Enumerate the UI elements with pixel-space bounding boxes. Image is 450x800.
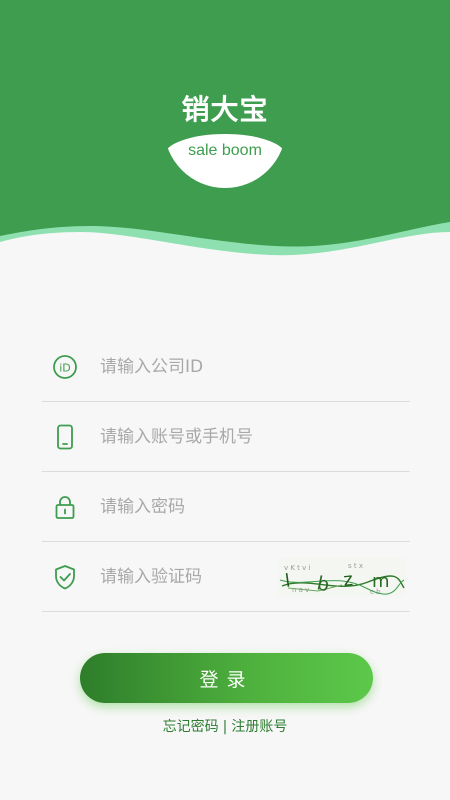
password-row (42, 472, 410, 542)
svg-text:m: m (372, 571, 390, 592)
login-button[interactable]: 登录 (80, 653, 373, 703)
password-input[interactable] (100, 490, 320, 524)
phone-icon (57, 424, 73, 450)
footer-links: 忘记密码 | 注册账号 (0, 716, 450, 736)
register-link[interactable]: 注册账号 (231, 719, 287, 735)
company-id-input[interactable] (100, 350, 320, 384)
shield-check-icon (55, 565, 75, 590)
id-icon: iD (53, 355, 77, 379)
account-row (42, 402, 410, 472)
logo-brand-text: 销大宝 (181, 93, 269, 126)
svg-text:l: l (284, 570, 292, 591)
links-separator: | (222, 719, 228, 735)
svg-text:b: b (315, 572, 331, 596)
svg-text:z: z (342, 569, 354, 591)
svg-text:iD: iD (59, 362, 71, 375)
logo-sub-text: sale boom (188, 142, 262, 159)
app-logo: 销大宝 sale boom (164, 66, 286, 188)
captcha-row: v K t v i s t x n a v c b l b z m (42, 542, 410, 612)
header: 销大宝 sale boom (0, 0, 450, 280)
captcha-input[interactable] (100, 560, 270, 594)
lock-icon (55, 496, 75, 519)
forgot-password-link[interactable]: 忘记密码 (163, 719, 219, 735)
captcha-graphic: v K t v i s t x n a v c b l b z m (279, 562, 405, 596)
login-form: iD v K t v i s t x n a v c b (42, 332, 410, 612)
account-input[interactable] (100, 420, 320, 454)
captcha-image[interactable]: v K t v i s t x n a v c b l b z m (278, 558, 406, 596)
company-id-row: iD (42, 332, 410, 402)
